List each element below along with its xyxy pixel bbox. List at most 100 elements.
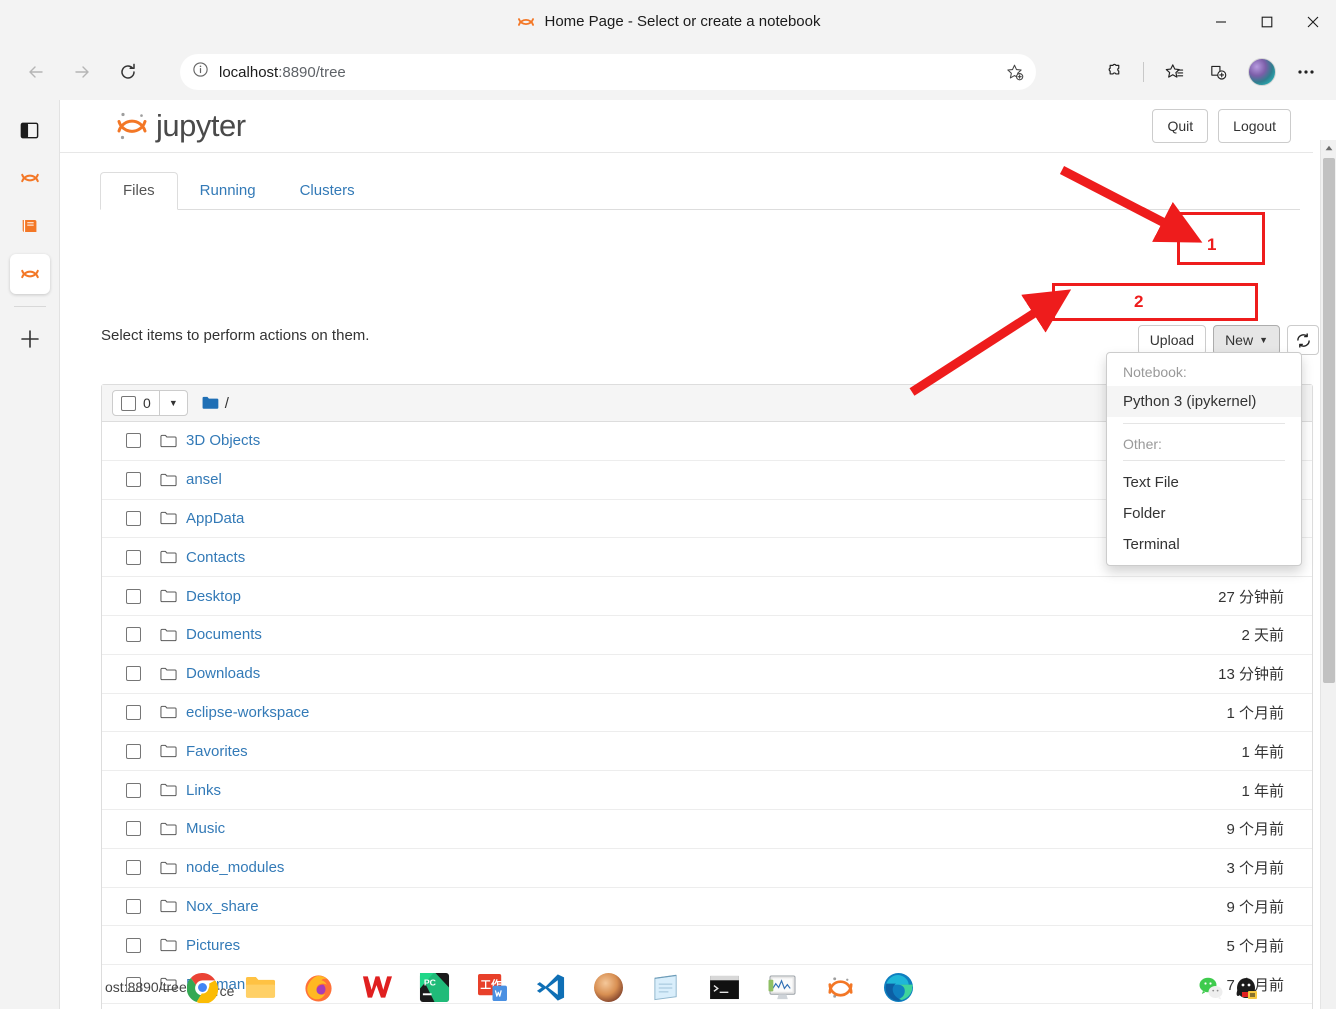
select-all-group[interactable]: 0 ▼ xyxy=(112,390,188,416)
scroll-up-arrow-icon[interactable] xyxy=(1321,140,1336,156)
refresh-button[interactable] xyxy=(1287,325,1319,355)
file-name[interactable]: Nox_share xyxy=(186,898,259,915)
menu-item-terminal[interactable]: Terminal xyxy=(1107,529,1301,560)
add-icon[interactable] xyxy=(10,319,50,359)
breadcrumb[interactable]: / xyxy=(202,395,229,412)
avatar[interactable] xyxy=(1242,52,1282,92)
file-name[interactable]: Contacts xyxy=(186,549,245,566)
file-name[interactable]: Downloads xyxy=(186,665,260,682)
new-dropdown-menu: Notebook: Python 3 (ipykernel) Other: Te… xyxy=(1106,352,1302,566)
more-options-icon[interactable] xyxy=(1286,52,1326,92)
select-dropdown-caret[interactable]: ▼ xyxy=(158,391,187,415)
wechat-icon[interactable] xyxy=(1198,975,1224,1001)
table-row[interactable]: Saved Games1 年前 xyxy=(102,1004,1312,1009)
row-checkbox[interactable] xyxy=(126,937,141,953)
address-bar[interactable]: localhost:8890/tree xyxy=(180,54,1036,90)
file-name[interactable]: Links xyxy=(186,782,221,799)
split-screen-icon[interactable] xyxy=(10,110,50,150)
add-favorite-icon[interactable] xyxy=(1005,63,1024,82)
file-name[interactable]: Desktop xyxy=(186,588,241,605)
breadcrumb-root[interactable]: / xyxy=(225,395,229,412)
file-modified: 9 个月前 xyxy=(1226,821,1284,839)
select-all-checkbox[interactable] xyxy=(121,395,136,411)
logout-button[interactable]: Logout xyxy=(1218,109,1291,143)
file-name[interactable]: Pictures xyxy=(186,937,240,954)
forward-arrow-icon[interactable] xyxy=(62,52,102,92)
file-name[interactable]: AppData xyxy=(186,510,244,527)
book-icon[interactable] xyxy=(10,206,50,246)
folder-icon xyxy=(160,550,177,564)
annotation-step-1: 1 xyxy=(1207,235,1217,254)
table-row[interactable]: Downloads 13 分钟前 xyxy=(102,655,1312,694)
file-name[interactable]: node_modules xyxy=(186,859,284,876)
quit-button[interactable]: Quit xyxy=(1152,109,1209,143)
table-row[interactable]: Desktop 27 分钟前 xyxy=(102,577,1312,616)
new-button-label: New xyxy=(1225,332,1254,348)
reload-icon[interactable] xyxy=(108,52,148,92)
new-button[interactable]: New ▼ xyxy=(1213,325,1280,355)
row-checkbox[interactable] xyxy=(126,821,141,837)
table-row[interactable]: Nox_share 9 个月前 xyxy=(102,888,1312,927)
row-checkbox[interactable] xyxy=(126,510,141,526)
folder-icon xyxy=(160,434,177,448)
row-checkbox[interactable] xyxy=(126,588,141,604)
jupyter-logo[interactable]: jupyter xyxy=(112,106,246,146)
table-row[interactable]: eclipse-workspace 1 个月前 xyxy=(102,694,1312,733)
info-icon[interactable] xyxy=(192,61,209,83)
upload-button[interactable]: Upload xyxy=(1137,325,1207,355)
file-name[interactable]: Favorites xyxy=(186,743,248,760)
minimize-icon[interactable] xyxy=(1198,0,1244,44)
jupyter-wordmark: jupyter xyxy=(156,108,246,143)
row-checkbox[interactable] xyxy=(126,627,141,643)
table-row[interactable]: Pictures 5 个月前 xyxy=(102,926,1312,966)
tab-running[interactable]: Running xyxy=(178,173,278,209)
table-row[interactable]: Music 9 个月前 xyxy=(102,810,1312,849)
row-checkbox[interactable] xyxy=(126,860,141,876)
menu-item-text-file[interactable]: Text File xyxy=(1107,467,1301,498)
table-row[interactable]: node_modules 3 个月前 xyxy=(102,849,1312,888)
row-checkbox[interactable] xyxy=(126,433,141,449)
folder-icon xyxy=(160,473,177,487)
menu-item-python3[interactable]: Python 3 (ipykernel) xyxy=(1107,386,1301,417)
tab-clusters[interactable]: Clusters xyxy=(278,173,377,209)
file-name[interactable]: Music xyxy=(186,820,225,837)
extensions-icon[interactable] xyxy=(1093,52,1133,92)
file-name[interactable]: eclipse-workspace xyxy=(186,704,309,721)
table-row[interactable]: Links 1 年前 xyxy=(102,771,1312,810)
file-modified: 3 个月前 xyxy=(1226,860,1284,878)
file-name[interactable]: 3D Objects xyxy=(186,432,260,449)
jupyter-icon[interactable] xyxy=(10,158,50,198)
collections-icon[interactable] xyxy=(1198,52,1238,92)
row-checkbox[interactable] xyxy=(126,704,141,720)
file-name[interactable]: ansel xyxy=(186,471,222,488)
favorites-icon[interactable] xyxy=(1154,52,1194,92)
back-arrow-icon[interactable] xyxy=(16,52,56,92)
folder-icon xyxy=(160,744,177,758)
menu-item-folder[interactable]: Folder xyxy=(1107,498,1301,529)
toolbar-divider xyxy=(1143,62,1144,82)
row-checkbox[interactable] xyxy=(126,782,141,798)
file-name[interactable]: Documents xyxy=(186,626,262,643)
select-items-hint: Select items to perform actions on them. xyxy=(101,327,370,344)
close-icon[interactable] xyxy=(1290,0,1336,44)
menu-section-notebook: Notebook: xyxy=(1123,364,1187,380)
jupyter-page: jupyter Quit Logout Files Running Cluste… xyxy=(60,100,1336,1009)
select-all-cell[interactable]: 0 xyxy=(113,395,159,411)
table-row[interactable]: Documents 2 天前 xyxy=(102,616,1312,655)
row-checkbox[interactable] xyxy=(126,666,141,682)
table-row[interactable]: Postman 7 个月前 xyxy=(102,965,1312,1004)
status-link-text-2: rce xyxy=(215,983,235,999)
scrollbar-thumb[interactable] xyxy=(1323,158,1335,683)
row-checkbox[interactable] xyxy=(126,549,141,565)
tab-files[interactable]: Files xyxy=(100,172,178,210)
jupyter-active-icon[interactable] xyxy=(9,254,50,294)
file-modified: 1 个月前 xyxy=(1226,704,1284,722)
row-checkbox[interactable] xyxy=(126,743,141,759)
maximize-icon[interactable] xyxy=(1244,0,1290,44)
row-checkbox[interactable] xyxy=(126,472,141,488)
title-bar: Home Page - Select or create a notebook xyxy=(0,0,1336,44)
page-scrollbar[interactable] xyxy=(1320,140,1336,1009)
row-checkbox[interactable] xyxy=(126,898,141,914)
qq-icon[interactable] xyxy=(1234,975,1260,1001)
table-row[interactable]: Favorites 1 年前 xyxy=(102,732,1312,772)
